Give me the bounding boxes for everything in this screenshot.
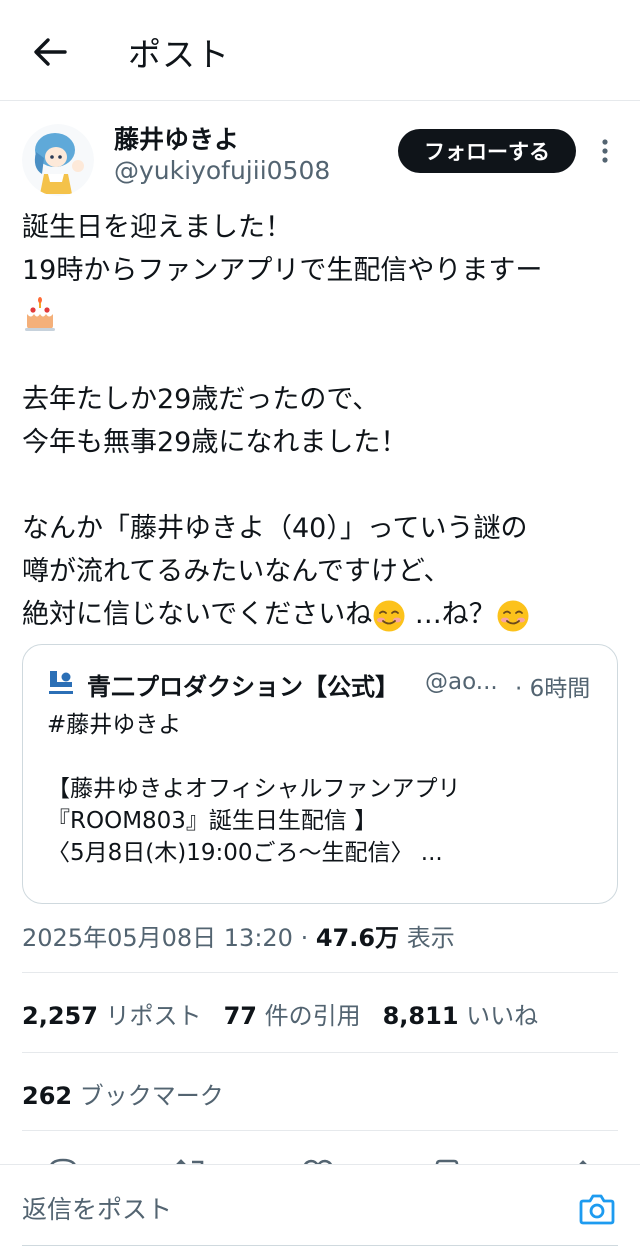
text-line: 誕生日を迎えました！ <box>22 212 292 243</box>
bookmarks-stat[interactable]: 262 ブックマーク <box>22 1076 224 1111</box>
page-title: ポスト <box>128 35 230 74</box>
text-line: 【藤井ゆきよオフィシャルファンアプリ <box>47 776 461 802</box>
post-datetime[interactable]: 2025年05月08日 13:20 · <box>22 924 316 952</box>
arrow-left-icon <box>34 38 67 66</box>
text-line: 絶対に信じないでくださいね …ね？ <box>22 593 622 636</box>
hashtag-link[interactable]: #藤井ゆきよ <box>47 709 607 741</box>
birthday-cake-icon <box>25 296 55 331</box>
more-options-button[interactable] <box>590 134 620 168</box>
aoni-pro-logo <box>49 671 73 694</box>
text-segment: 絶対に信じないでくださいね <box>22 599 373 630</box>
input-underline <box>22 1245 618 1246</box>
quoted-author-handle: @ao... <box>425 669 498 695</box>
text-line: 今年も無事29歳になれました！ <box>22 427 408 458</box>
avatar[interactable] <box>22 124 94 196</box>
quoted-post-text: #藤井ゆきよ 【藤井ゆきよオフィシャルファンアプリ 『ROOM803』誕生日生配… <box>47 709 607 869</box>
bookmark-label: ブックマーク <box>79 1082 224 1110</box>
reposts-stat[interactable]: 2,257 リポスト <box>22 1002 224 1030</box>
post-text: 誕生日を迎えました！ 19時からファンアプリで生配信やりますー 去年たしか29歳… <box>22 206 622 636</box>
follow-button[interactable]: フォローする <box>398 129 576 173</box>
text-segment: …ね？ <box>406 599 496 630</box>
post-meta: 2025年05月08日 13:20 · 47.6万 表示 <box>22 918 455 953</box>
text-line: 去年たしか29歳だったので、 <box>22 384 380 415</box>
view-count: 47.6万 <box>315 924 400 952</box>
like-count: 8,811 <box>382 1002 459 1030</box>
like-label: いいね <box>466 1002 539 1030</box>
quotes-stat[interactable]: 77 件の引用 <box>224 1002 383 1030</box>
reply-input[interactable]: 返信をポスト <box>22 1185 542 1231</box>
divider <box>22 1052 618 1053</box>
quoted-post-card[interactable]: 青二プロダクション【公式】 @ao... · 6時間 #藤井ゆきよ 【藤井ゆきよ… <box>22 644 618 904</box>
repost-label: リポスト <box>105 1002 202 1030</box>
likes-stat[interactable]: 8,811 いいね <box>383 1002 561 1030</box>
text-line <box>47 741 607 773</box>
camera-icon[interactable] <box>578 1191 616 1227</box>
engagement-stats: 2,257 リポスト 77 件の引用 8,811 いいね <box>22 996 560 1031</box>
smiling-face-icon <box>373 600 405 631</box>
avatar-illustration <box>22 124 94 196</box>
emoji-line <box>22 292 622 335</box>
bookmark-count: 262 <box>22 1082 73 1110</box>
quoted-author-name: 青二プロダクション【公式】 <box>87 673 399 701</box>
quoted-post-time: · 6時間 <box>515 676 591 702</box>
text-line: 噂が流れてるみたいなんですけど、 <box>22 556 451 587</box>
back-button[interactable] <box>22 26 78 78</box>
top-bar: ポスト <box>0 0 640 101</box>
repost-count: 2,257 <box>22 1002 98 1030</box>
divider <box>22 1130 618 1131</box>
smiling-face-icon <box>497 600 529 631</box>
text-line: 『ROOM803』誕生日生配信 】 <box>47 808 378 834</box>
divider <box>22 972 618 973</box>
quote-label: 件の引用 <box>264 1002 361 1030</box>
author-name[interactable]: 藤井ゆきよ <box>114 120 239 156</box>
more-vertical-icon <box>602 139 608 163</box>
reply-composer: 返信をポスト <box>0 1164 640 1254</box>
text-line: 19時からファンアプリで生配信やりますー <box>22 255 543 286</box>
text-line: 〈5月8日(木)19:00ごろ～生配信〉 ... <box>47 840 443 866</box>
text-line: なんか「藤井ゆきよ（40）」っていう謎の <box>22 513 528 544</box>
view-label: 表示 <box>399 924 455 952</box>
quote-count: 77 <box>223 1002 257 1030</box>
post-detail-screen: ポスト 藤井ゆきよ @yukiyofujii0508 フォローする 誕生日を迎え… <box>0 0 640 1254</box>
author-handle[interactable]: @yukiyofujii0508 <box>114 156 330 185</box>
